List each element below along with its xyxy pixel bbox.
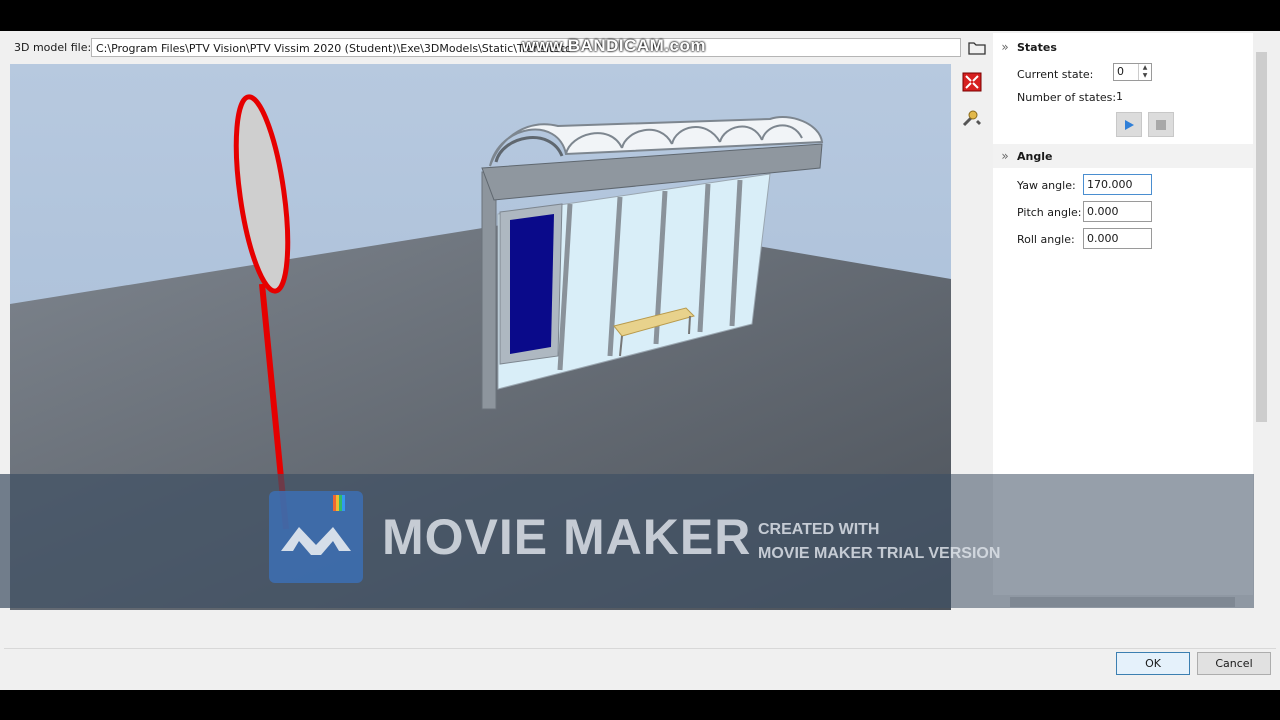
number-of-states-label: Number of states: bbox=[1017, 91, 1117, 104]
browse-button[interactable] bbox=[966, 38, 988, 58]
play-button[interactable] bbox=[1116, 112, 1142, 137]
states-section-header[interactable]: » States bbox=[993, 35, 1253, 59]
collapse-chevron-icon: » bbox=[1001, 40, 1009, 54]
stop-icon bbox=[1156, 119, 1166, 130]
cancel-button[interactable]: Cancel bbox=[1197, 652, 1271, 675]
movie-maker-logo bbox=[269, 491, 363, 583]
tools-wrench-icon bbox=[962, 110, 981, 127]
fit-view-button[interactable] bbox=[958, 68, 986, 96]
pitch-angle-label: Pitch angle: bbox=[1017, 206, 1082, 219]
vertical-scroll-thumb[interactable] bbox=[1256, 52, 1267, 422]
current-state-label: Current state: bbox=[1017, 68, 1094, 81]
yaw-angle-input[interactable]: 170.000 bbox=[1083, 174, 1152, 195]
browse-folder-icon bbox=[968, 42, 986, 55]
bandicam-watermark: www.BANDICAM.com bbox=[522, 36, 706, 55]
movie-maker-logo-icon bbox=[281, 495, 351, 555]
movie-maker-title: MOVIE MAKER bbox=[382, 509, 752, 565]
play-icon bbox=[1125, 119, 1134, 130]
tools-button[interactable] bbox=[958, 104, 986, 132]
roll-angle-label: Roll angle: bbox=[1017, 233, 1075, 246]
movie-maker-created-with: CREATED WITH bbox=[758, 521, 880, 538]
angle-section-header[interactable]: » Angle bbox=[993, 144, 1253, 168]
footer-separator bbox=[4, 648, 1276, 649]
stop-button[interactable] bbox=[1148, 112, 1174, 137]
roll-angle-input[interactable]: 0.000 bbox=[1083, 228, 1152, 249]
yaw-angle-label: Yaw angle: bbox=[1017, 179, 1076, 192]
current-state-spinner[interactable]: 0 ▲ ▼ bbox=[1113, 63, 1152, 81]
collapse-chevron-icon: » bbox=[1001, 149, 1009, 163]
shelter-post bbox=[481, 171, 497, 410]
movie-maker-trial-version: MOVIE MAKER TRIAL VERSION bbox=[758, 545, 1001, 562]
movie-maker-overlay-right bbox=[951, 474, 1254, 608]
stop-sign bbox=[233, 94, 291, 294]
fit-view-icon bbox=[962, 72, 982, 92]
top-black-bar bbox=[0, 0, 1280, 31]
spinner-arrows-icon[interactable]: ▲ ▼ bbox=[1138, 64, 1151, 80]
pitch-angle-input[interactable]: 0.000 bbox=[1083, 201, 1152, 222]
bottom-black-bar bbox=[0, 690, 1280, 720]
model-file-label: 3D model file: bbox=[14, 41, 92, 54]
poster-panel bbox=[510, 214, 554, 354]
number-of-states-value: 1 bbox=[1116, 90, 1123, 103]
viewport-tools bbox=[958, 68, 986, 140]
ok-button[interactable]: OK bbox=[1116, 652, 1190, 675]
